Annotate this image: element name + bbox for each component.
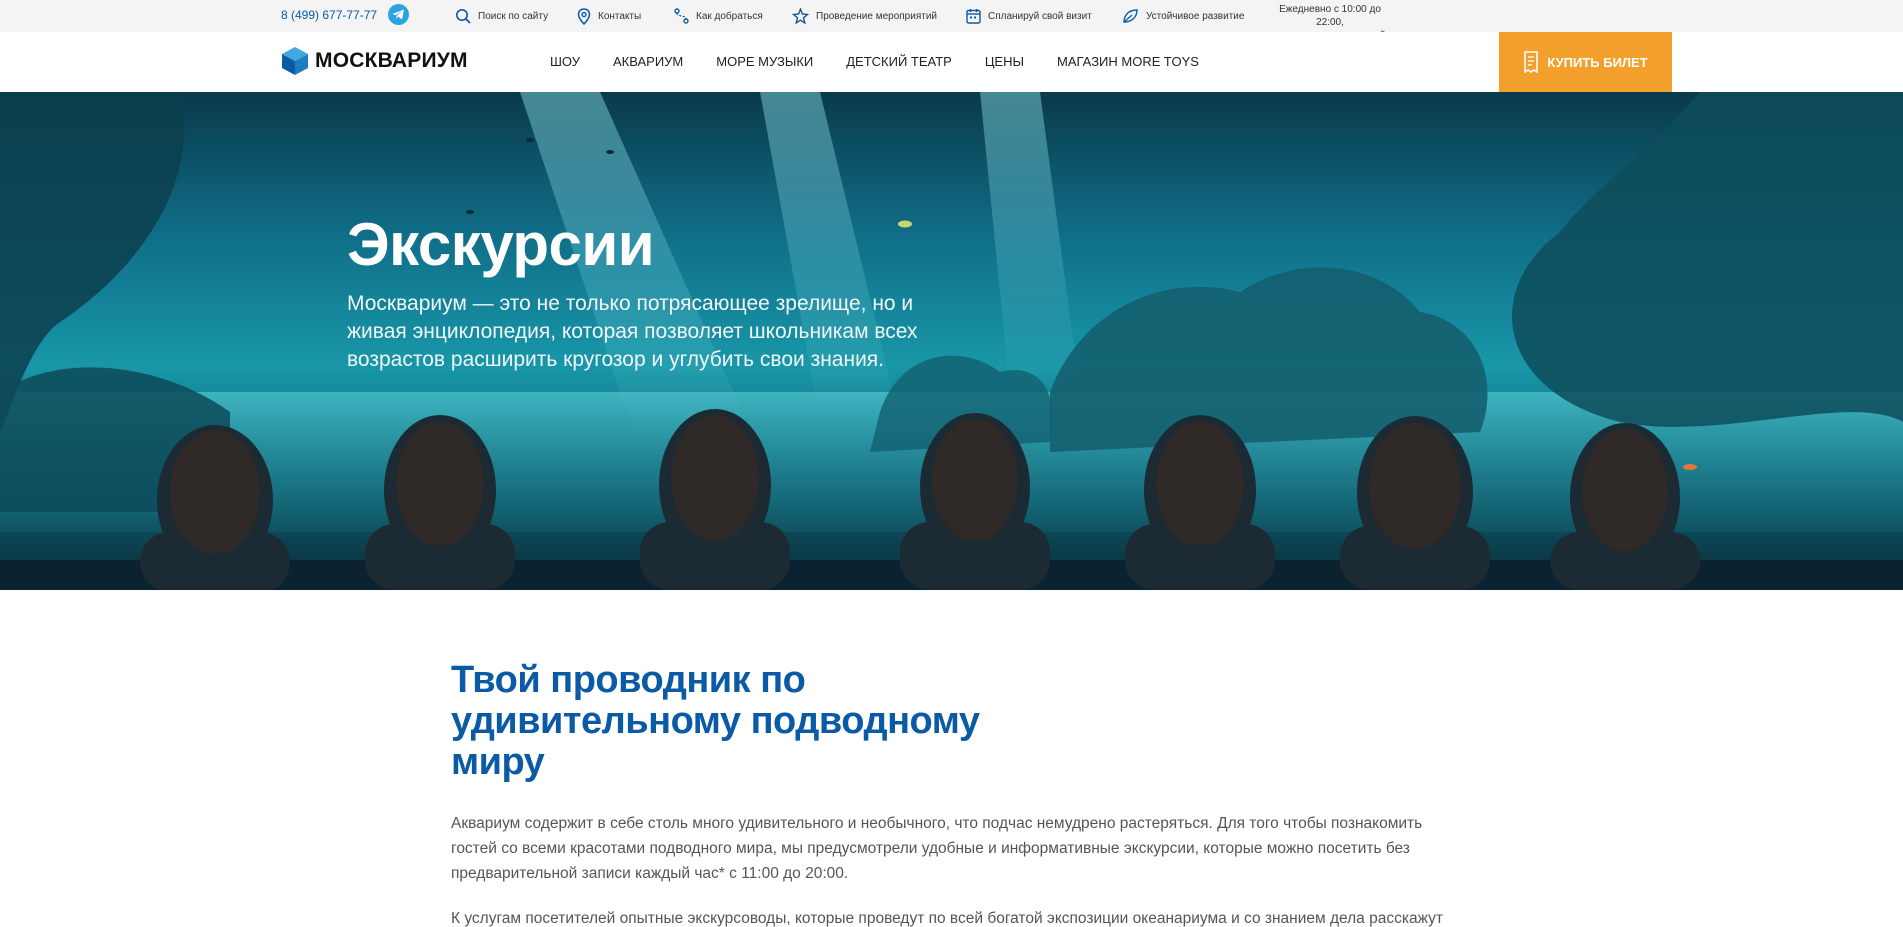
- ticket-icon: [1524, 51, 1539, 73]
- telegram-icon[interactable]: [388, 4, 409, 25]
- top-utility-bar: 8 (499) 677-77-77 Поиск по сайту Контакт…: [0, 0, 1903, 41]
- intro-paragraph: Аквариум содержит в себе столь много уди…: [451, 815, 1423, 882]
- buy-ticket-label: КУПИТЬ БИЛЕТ: [1547, 54, 1648, 70]
- nav-item-show[interactable]: ШОУ: [550, 54, 580, 69]
- directions-link[interactable]: Как добраться: [674, 7, 763, 25]
- main-menu: ШОУ АКВАРИУМ МОРЕ МУЗЫКИ ДЕТСКИЙ ТЕАТР Ц…: [550, 54, 1232, 69]
- phone-link[interactable]: 8 (499) 677-77-77: [281, 8, 377, 22]
- event-icon: [792, 7, 809, 25]
- nav-item-kids-theater[interactable]: ДЕТСКИЙ ТЕАТР: [846, 54, 952, 69]
- route-icon: [674, 8, 689, 24]
- plan-visit-link[interactable]: Спланируй свой визит: [966, 7, 1092, 25]
- plan-visit-link-label: Спланируй свой визит: [988, 10, 1092, 22]
- leaf-icon: [1123, 9, 1138, 23]
- sustainability-link[interactable]: Устойчивое развитие: [1122, 7, 1244, 25]
- sustainability-link-label: Устойчивое развитие: [1146, 10, 1245, 22]
- search-link-label: Поиск по сайту: [478, 10, 549, 22]
- logo-cube-icon: [282, 47, 308, 75]
- nav-item-aquarium[interactable]: АКВАРИУМ: [613, 54, 683, 69]
- nav-item-sea-of-music[interactable]: МОРЕ МУЗЫКИ: [716, 54, 813, 69]
- search-icon: [456, 9, 471, 24]
- events-link-label: Проведение мероприятий: [816, 10, 937, 22]
- nav-item-shop[interactable]: МАГАЗИН MORE TOYS: [1057, 54, 1199, 69]
- contacts-link[interactable]: Контакты: [577, 7, 641, 25]
- hero-banner: Экскурсии Москвариум — это не только пот…: [0, 92, 1903, 590]
- section-title: Твой проводник по удивительному подводно…: [451, 659, 980, 783]
- contacts-link-label: Контакты: [598, 10, 642, 22]
- search-link[interactable]: Поиск по сайту: [455, 7, 548, 25]
- calendar-icon: [966, 9, 981, 24]
- nav-item-prices[interactable]: ЦЕНЫ: [985, 54, 1024, 69]
- location-pin-icon: [577, 7, 591, 25]
- directions-link-label: Как добраться: [696, 10, 763, 22]
- logo-text: МОСКВАРИУМ: [315, 49, 468, 72]
- opening-hours-text: Ежедневно с 10:00 до 22:00,: [1279, 4, 1381, 28]
- hero-title: Экскурсии: [347, 211, 655, 278]
- events-link[interactable]: Проведение мероприятий: [792, 7, 937, 25]
- logo[interactable]: МОСКВАРИУМ: [281, 46, 468, 76]
- main-navigation: МОСКВАРИУМ ШОУ АКВАРИУМ МОРЕ МУЗЫКИ ДЕТС…: [0, 32, 1903, 92]
- guides-paragraph: К услугам посетителей опытные экскурсово…: [451, 910, 1443, 927]
- hero-subtitle: Москвариум — это не только потрясающее з…: [347, 292, 918, 371]
- buy-ticket-button[interactable]: КУПИТЬ БИЛЕТ: [1499, 32, 1672, 92]
